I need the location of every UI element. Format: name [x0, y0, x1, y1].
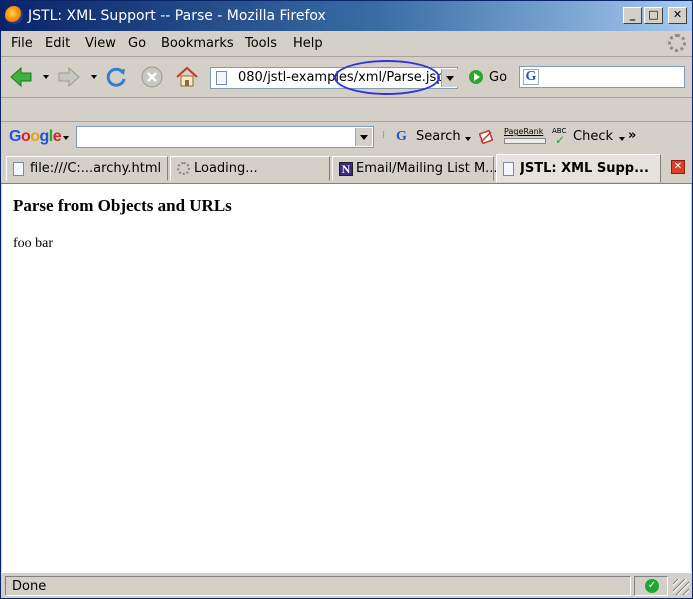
toolbar-resize-handle-icon[interactable]: ⁞ — [382, 130, 390, 146]
menu-bar: File Edit View Go Bookmarks Tools Help — [1, 32, 692, 57]
google-search-icon: G — [396, 129, 407, 144]
google-search-input[interactable] — [76, 126, 374, 148]
back-arrow-icon[interactable] — [9, 65, 33, 89]
firefox-logo-icon — [5, 6, 23, 24]
tab-strip: file:///C:...archy.html Loading... N Ema… — [1, 154, 692, 184]
google-search-history-dropdown-icon[interactable] — [355, 128, 372, 146]
n-site-icon: N — [339, 162, 353, 176]
loading-spinner-icon — [177, 162, 190, 175]
go-arrow-icon — [469, 70, 483, 84]
menu-view[interactable]: View — [85, 36, 116, 51]
status-text: Done — [12, 579, 47, 594]
go-label: Go — [489, 70, 508, 85]
google-search-button[interactable]: Search — [416, 129, 461, 144]
close-tab-icon[interactable]: ✕ — [671, 160, 685, 174]
search-engine-icon[interactable]: G — [523, 69, 539, 85]
toolbar-overflow-chevron-icon[interactable]: » — [628, 128, 636, 143]
page-content: Parse from Objects and URLs foo bar — [2, 183, 691, 572]
menu-tools[interactable]: Tools — [245, 36, 277, 51]
page-icon — [216, 71, 227, 85]
search-box[interactable]: G — [519, 66, 685, 88]
check-circle-icon: ✓ — [645, 579, 659, 593]
tab-email-mailing-list[interactable]: N Email/Mailing List M... — [332, 156, 498, 181]
spell-check-icon[interactable]: ABC ✓ — [552, 127, 570, 146]
forward-arrow-icon[interactable] — [57, 65, 81, 89]
browser-window: JSTL: XML Support -- Parse - Mozilla Fir… — [0, 0, 693, 599]
status-panel: Done — [5, 576, 631, 596]
spell-check-button[interactable]: Check — [573, 129, 613, 144]
pagerank-label: PageRank — [504, 127, 544, 136]
resize-grip-icon[interactable] — [673, 579, 689, 595]
stop-icon[interactable] — [140, 65, 164, 89]
activity-throbber-icon — [668, 34, 686, 52]
title-bar[interactable]: JSTL: XML Support -- Parse - Mozilla Fir… — [1, 1, 692, 31]
empty-toolbar — [1, 98, 692, 122]
tab-label: JSTL: XML Supp... — [520, 161, 649, 176]
window-title: JSTL: XML Support -- Parse - Mozilla Fir… — [28, 8, 326, 24]
page-icon — [503, 162, 514, 176]
tab-label: file:///C:...archy.html — [30, 161, 162, 176]
reload-icon[interactable] — [104, 65, 128, 89]
status-bar: Done ✓ — [1, 572, 692, 599]
page-heading: Parse from Objects and URLs — [13, 196, 232, 215]
tab-label: Email/Mailing List M... — [356, 161, 498, 176]
tab-loading[interactable]: Loading... — [170, 156, 330, 181]
maximize-button[interactable]: □ — [644, 7, 663, 24]
menu-edit[interactable]: Edit — [45, 36, 70, 51]
minimize-button[interactable]: _ — [623, 7, 642, 24]
tab-file-hierarchy[interactable]: file:///C:...archy.html — [6, 156, 168, 181]
pagerank-indicator[interactable]: PageRank — [504, 127, 548, 145]
search-options-dropdown-icon[interactable] — [465, 137, 471, 141]
menu-go[interactable]: Go — [128, 36, 146, 51]
back-history-dropdown-icon[interactable] — [43, 75, 49, 79]
pagerank-bar — [504, 138, 546, 144]
tab-label: Loading... — [194, 161, 258, 176]
popup-blocker-icon[interactable] — [479, 130, 493, 144]
check-options-dropdown-icon[interactable] — [619, 137, 625, 141]
url-history-dropdown-icon[interactable] — [441, 69, 458, 87]
annotation-ellipse — [334, 60, 440, 95]
menu-file[interactable]: File — [11, 36, 33, 51]
menu-help[interactable]: Help — [293, 36, 323, 51]
menu-bookmarks[interactable]: Bookmarks — [161, 36, 234, 51]
google-logo[interactable]: Google — [9, 128, 62, 146]
page-body-text: foo bar — [13, 236, 54, 251]
page-icon — [13, 162, 24, 176]
status-security-panel[interactable]: ✓ — [634, 576, 668, 596]
close-window-button[interactable]: ✕ — [668, 7, 687, 24]
go-button[interactable]: Go — [467, 69, 515, 87]
forward-history-dropdown-icon[interactable] — [91, 75, 97, 79]
home-icon[interactable] — [175, 65, 199, 89]
google-menu-dropdown-icon[interactable] — [63, 136, 69, 140]
tab-jstl-xml-support[interactable]: JSTL: XML Supp... — [496, 154, 661, 183]
